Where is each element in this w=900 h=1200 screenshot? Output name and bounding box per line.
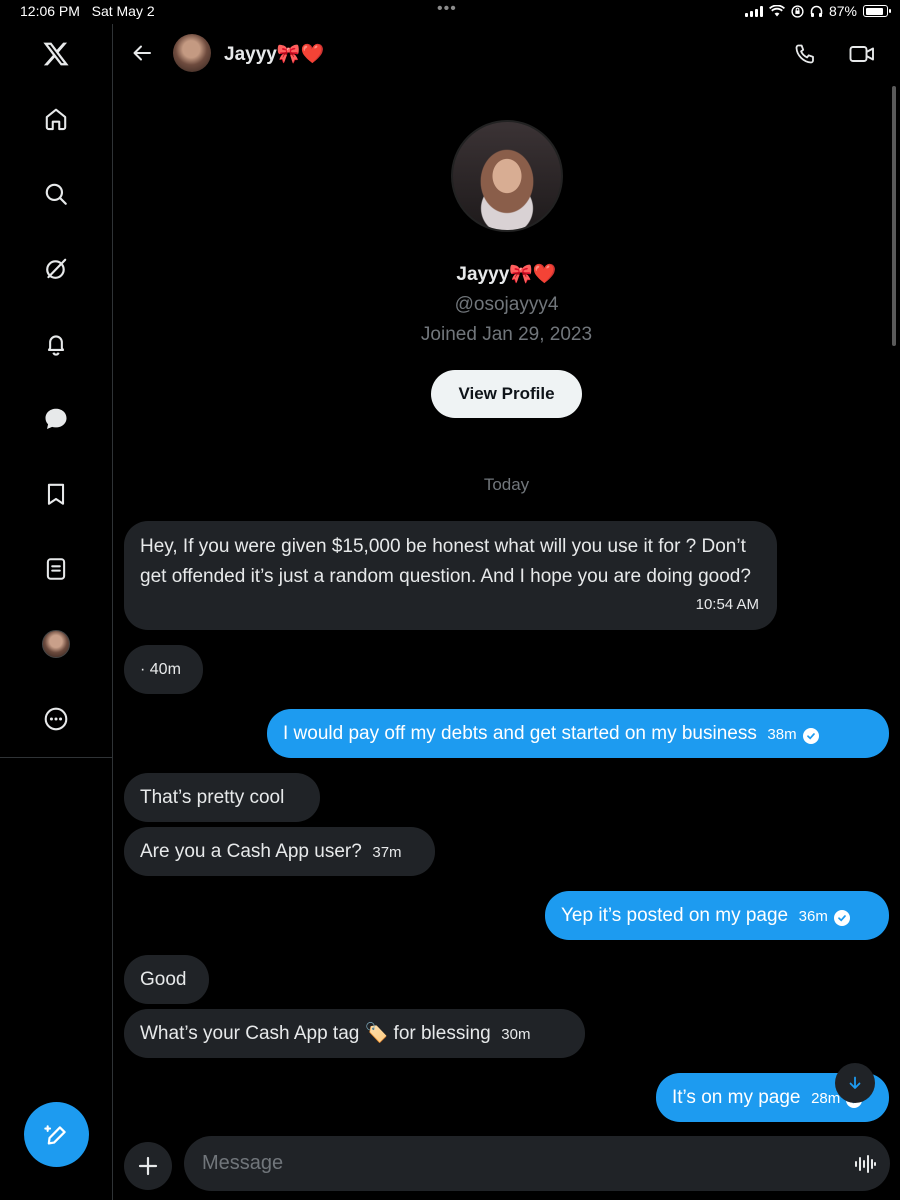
- bell-icon[interactable]: [38, 326, 74, 362]
- message-text: Good: [140, 969, 187, 990]
- plus-icon: [138, 1156, 158, 1176]
- message-bubble-outgoing[interactable]: I would pay off my debts and get started…: [267, 709, 889, 758]
- add-attachment-button[interactable]: [124, 1142, 172, 1190]
- search-icon[interactable]: [38, 176, 74, 212]
- profile-joined-date: Joined Jan 29, 2023: [420, 324, 593, 345]
- sidebar-divider: [0, 757, 113, 758]
- status-time: 12:06 PM Sat May 2: [20, 3, 155, 19]
- battery-percent: 87%: [828, 3, 857, 19]
- message-timestamp: 37m: [372, 844, 402, 861]
- compose-button[interactable]: [24, 1102, 89, 1167]
- message-text: I would pay off my debts and get started…: [283, 723, 757, 744]
- compose-icon: [43, 1124, 66, 1145]
- back-button[interactable]: [127, 38, 157, 68]
- header-avatar[interactable]: [173, 34, 211, 72]
- day-separator: Today: [483, 475, 530, 494]
- more-icon[interactable]: [38, 701, 74, 737]
- message-timestamp: 28m: [811, 1090, 841, 1107]
- voice-message-button[interactable]: [852, 1151, 878, 1177]
- video-camera-icon: [849, 46, 874, 62]
- message-bubble-incoming[interactable]: Are you a Cash App user? 37m: [124, 827, 435, 876]
- profile-name: Jayyy🎀❤️: [456, 264, 557, 285]
- message-bubble-incoming[interactable]: · 40m: [124, 645, 203, 694]
- lists-icon[interactable]: [38, 551, 74, 587]
- wifi-icon: [768, 5, 785, 17]
- message-composer: [184, 1136, 890, 1191]
- message-text: Are you a Cash App user?: [140, 841, 362, 862]
- message-bubble-incoming[interactable]: Hey, If you were given $15,000 be honest…: [124, 521, 777, 630]
- bookmark-icon[interactable]: [38, 476, 74, 512]
- profile-card: Jayyy🎀❤️ @osojayyy4 Joined Jan 29, 2023 …: [113, 120, 900, 418]
- profile-handle: @osojayyy4: [454, 294, 559, 315]
- header-name[interactable]: Jayyy🎀❤️: [224, 42, 324, 66]
- message-timestamp: 10:54 AM: [695, 596, 759, 613]
- conversation-header: Jayyy🎀❤️: [113, 24, 900, 84]
- message-timestamp: 38m: [767, 726, 797, 743]
- read-check-icon: [833, 910, 850, 926]
- read-check-icon: [802, 728, 819, 744]
- battery-icon: [863, 5, 891, 17]
- message-bubble-incoming[interactable]: Good: [124, 955, 209, 1004]
- messages-icon[interactable]: [38, 401, 74, 437]
- profile-avatar-large[interactable]: [450, 120, 563, 232]
- message-timestamp: 30m: [501, 1026, 531, 1043]
- video-call-button[interactable]: [846, 39, 878, 69]
- phone-icon: [795, 44, 814, 64]
- signal-icon: [744, 5, 763, 17]
- scroll-to-bottom-button[interactable]: [835, 1063, 875, 1103]
- x-logo-icon[interactable]: [38, 36, 74, 72]
- view-profile-button[interactable]: View Profile: [431, 370, 582, 418]
- message-text: What’s your Cash App tag 🏷️ for blessing: [140, 1023, 491, 1044]
- message-text: That’s pretty cool: [140, 787, 285, 808]
- grok-icon[interactable]: [38, 251, 74, 287]
- message-text: · 40m: [140, 661, 181, 678]
- multitasking-dots-icon[interactable]: •••: [437, 0, 457, 18]
- waveform-icon: [855, 1155, 876, 1173]
- message-text: Hey, If you were given $15,000 be honest…: [140, 536, 751, 587]
- sidebar-avatar: [42, 630, 70, 658]
- battery-fill: [865, 7, 883, 15]
- message-text: Yep it’s posted on my page: [561, 905, 789, 926]
- voice-call-button[interactable]: [790, 39, 820, 69]
- profile-avatar[interactable]: [38, 626, 74, 662]
- sidebar: [0, 24, 113, 1200]
- message-bubble-incoming[interactable]: What’s your Cash App tag 🏷️ for blessing…: [124, 1009, 585, 1058]
- status-bar: 12:06 PM Sat May 2 ••• 87%: [0, 0, 900, 24]
- headphones-icon: [810, 5, 823, 17]
- home-icon[interactable]: [38, 101, 74, 137]
- message-bubble-outgoing[interactable]: Yep it’s posted on my page 36m: [545, 891, 889, 940]
- message-text: It’s on my page: [672, 1087, 801, 1108]
- message-input[interactable]: [202, 1136, 822, 1191]
- orientation-lock-icon: [791, 4, 804, 18]
- arrow-down-icon: [849, 1076, 861, 1089]
- message-timestamp: 36m: [798, 908, 828, 925]
- back-arrow-icon: [133, 45, 151, 61]
- message-bubble-incoming[interactable]: That’s pretty cool: [124, 773, 320, 822]
